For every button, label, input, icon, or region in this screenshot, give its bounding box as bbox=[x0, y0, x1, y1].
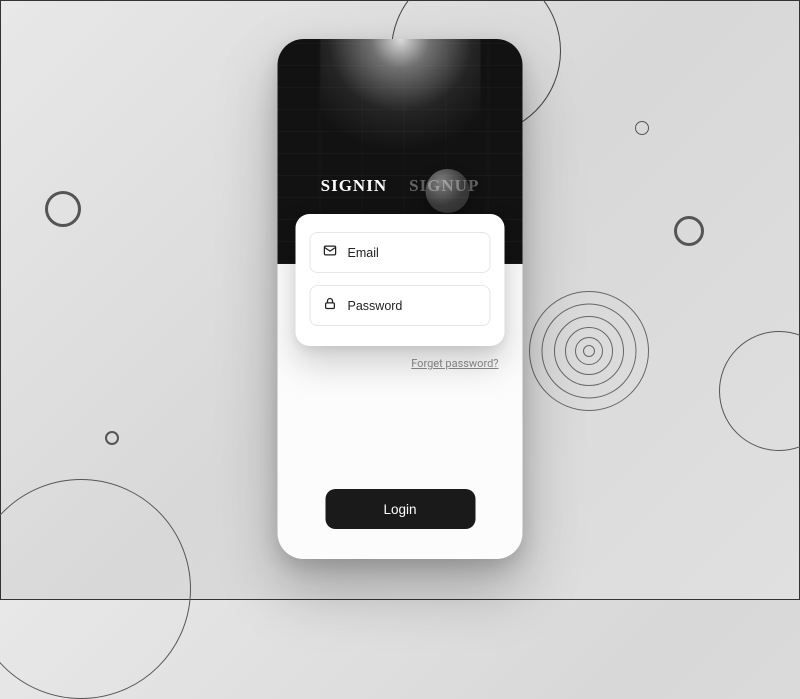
decorative-concentric-circles bbox=[529, 291, 649, 411]
spotlight-decoration bbox=[320, 39, 480, 179]
decorative-circle bbox=[719, 331, 800, 451]
tab-signin[interactable]: SIGNIN bbox=[321, 176, 387, 196]
forgot-password-link[interactable]: Forget password? bbox=[411, 357, 498, 370]
decorative-glass-disc bbox=[426, 169, 470, 213]
decorative-circle bbox=[0, 479, 191, 699]
password-field-wrapper[interactable] bbox=[310, 285, 491, 326]
auth-tabs: SIGNIN SIGNUP bbox=[278, 176, 523, 196]
decorative-circle bbox=[635, 121, 649, 135]
phone-frame: SIGNIN SIGNUP Forget password? Login bbox=[278, 39, 523, 559]
decorative-circle bbox=[674, 216, 704, 246]
decorative-circle bbox=[105, 431, 119, 445]
lock-icon bbox=[323, 296, 338, 315]
email-input[interactable] bbox=[348, 246, 478, 260]
password-input[interactable] bbox=[348, 299, 478, 313]
login-form-card bbox=[296, 214, 505, 346]
email-field-wrapper[interactable] bbox=[310, 232, 491, 273]
login-button[interactable]: Login bbox=[325, 489, 475, 529]
mail-icon bbox=[323, 243, 338, 262]
decorative-circle bbox=[45, 191, 81, 227]
